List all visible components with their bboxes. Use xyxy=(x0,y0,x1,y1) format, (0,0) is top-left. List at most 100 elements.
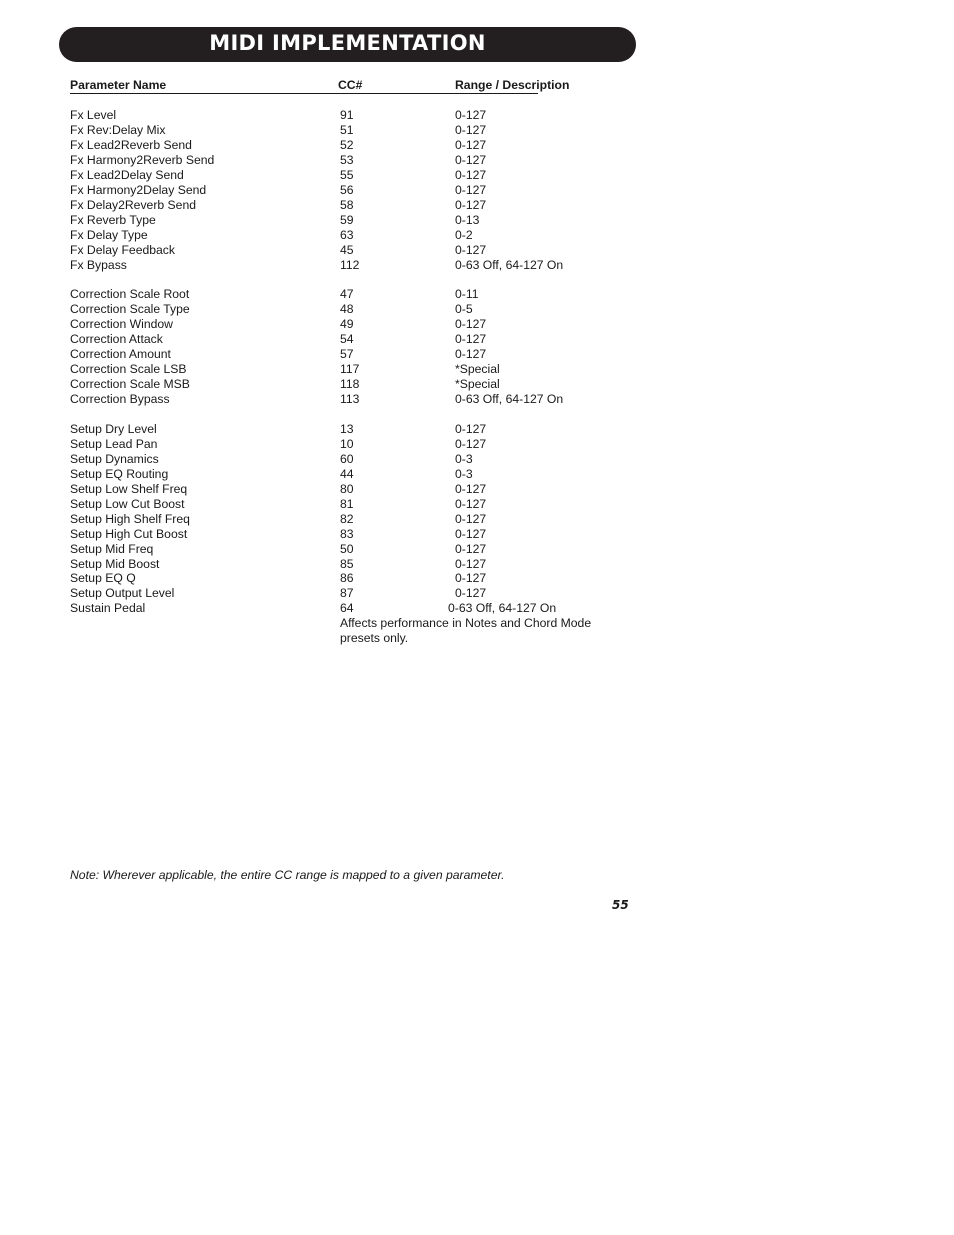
table-row: Setup High Shelf Freq 82 0-127 xyxy=(0,512,620,527)
range-description: 0-2 xyxy=(455,227,473,242)
range-description: 0-127 xyxy=(455,571,487,586)
cc-number: 56 xyxy=(340,182,354,197)
parameter-name: Correction Bypass xyxy=(70,392,170,406)
parameter-name: Setup Dynamics xyxy=(70,451,159,466)
range-description: 0-11 xyxy=(455,287,479,302)
parameter-name: Setup Mid Boost xyxy=(70,556,160,571)
cc-number: 81 xyxy=(340,496,354,511)
range-description: 0-127 xyxy=(455,332,487,347)
cc-number: 59 xyxy=(340,212,354,227)
cc-number: 53 xyxy=(340,152,354,167)
parameter-name: Setup Low Cut Boost xyxy=(70,496,185,511)
parameter-name: Setup EQ Routing xyxy=(70,466,169,481)
cc-number: 55 xyxy=(340,167,354,182)
title-banner: MIDI IMPLEMENTATION xyxy=(59,27,636,62)
range-description: 0-63 Off, 64-127 On xyxy=(448,601,557,616)
table-row: Correction Window 49 0-127 xyxy=(0,317,620,332)
parameter-name: Fx Harmony2Reverb Send xyxy=(70,152,215,167)
table-row: Correction Scale LSB 117 *Special xyxy=(0,362,620,377)
table-row: Setup Mid Boost 85 0-127 xyxy=(0,557,620,572)
range-description: 0-63 Off, 64-127 On xyxy=(455,392,564,406)
cc-number: 13 xyxy=(340,421,354,436)
parameter-name: Fx Harmony2Delay Send xyxy=(70,182,207,197)
table-row: Fx Harmony2Delay Send 56 0-127 xyxy=(0,183,620,198)
range-description: *Special xyxy=(455,362,500,377)
cc-number: 48 xyxy=(340,302,354,317)
cc-number: 112 xyxy=(340,257,360,272)
table-row: Setup Lead Pan 10 0-127 xyxy=(0,437,620,452)
table-row: Correction Scale Root 47 0-11 xyxy=(0,287,620,302)
parameter-name: Fx Level xyxy=(70,108,117,122)
range-description: 0-127 xyxy=(455,317,487,332)
parameter-name: Setup Mid Freq xyxy=(70,541,154,556)
header-parameter-name: Parameter Name xyxy=(70,78,167,92)
parameter-name: Correction Amount xyxy=(70,347,171,362)
range-description: 0-127 xyxy=(455,152,487,167)
parameter-name: Fx Bypass xyxy=(70,257,127,272)
range-description: 0-127 xyxy=(455,242,487,257)
range-description: 0-127 xyxy=(455,586,487,601)
cc-number: 85 xyxy=(340,556,354,571)
table-row: Setup EQ Q 86 0-127 xyxy=(0,571,620,586)
footnote: Note: Wherever applicable, the entire CC… xyxy=(70,868,505,882)
parameter-name: Setup EQ Q xyxy=(70,571,136,586)
table-row: Setup High Cut Boost 83 0-127 xyxy=(0,527,620,542)
range-description: 0-127 xyxy=(455,108,487,122)
table-row: Setup Dry Level 13 0-127 xyxy=(0,422,620,437)
header-divider xyxy=(70,93,538,94)
table-row: Correction Scale MSB 118 *Special xyxy=(0,377,620,392)
table-row: Fx Bypass 112 0-63 Off, 64-127 On xyxy=(0,258,620,273)
table-row: Fx Delay Type 63 0-2 xyxy=(0,228,620,243)
parameter-name: Sustain Pedal xyxy=(70,601,146,616)
parameter-name: Correction Scale LSB xyxy=(70,362,187,377)
table-row: Setup EQ Routing 44 0-3 xyxy=(0,467,620,482)
table-row: Setup Low Shelf Freq 80 0-127 xyxy=(0,482,620,497)
table-row: Fx Rev:Delay Mix 51 0-127 xyxy=(0,123,620,138)
cc-number: 49 xyxy=(340,317,354,332)
range-description: 0-127 xyxy=(455,347,487,362)
range-description: 0-127 xyxy=(455,167,487,182)
cc-number: 44 xyxy=(340,466,354,481)
parameter-name: Fx Delay Type xyxy=(70,227,148,242)
parameter-name: Fx Lead2Reverb Send xyxy=(70,137,192,152)
range-description: 0-63 Off, 64-127 On xyxy=(455,257,564,272)
table-row: Fx Reverb Type 59 0-13 xyxy=(0,213,620,228)
range-description: 0-127 xyxy=(455,511,487,526)
range-description: 0-127 xyxy=(455,526,487,541)
range-description: 0-127 xyxy=(455,556,487,571)
cc-number: 117 xyxy=(340,362,360,377)
cc-number: 91 xyxy=(340,108,354,122)
parameter-name: Fx Reverb Type xyxy=(70,212,156,227)
table-row: Fx Delay2Reverb Send 58 0-127 xyxy=(0,198,620,213)
range-description: 0-5 xyxy=(455,302,473,317)
parameter-name: Setup Low Shelf Freq xyxy=(70,481,188,496)
table-row: Fx Harmony2Reverb Send 53 0-127 xyxy=(0,153,620,168)
range-description: *Special xyxy=(455,377,500,392)
table-row: Correction Attack 54 0-127 xyxy=(0,332,620,347)
cc-number: 45 xyxy=(340,242,354,257)
cc-number: 51 xyxy=(340,123,354,137)
table-row: Fx Level 91 0-127 xyxy=(0,108,620,123)
cc-number: 118 xyxy=(340,377,360,392)
cc-number: 58 xyxy=(340,197,354,212)
table-row: Setup Mid Freq 50 0-127 xyxy=(0,542,620,557)
table-row: Fx Delay Feedback 45 0-127 xyxy=(0,243,620,258)
cc-number: 50 xyxy=(340,541,354,556)
parameter-name: Setup Output Level xyxy=(70,586,175,601)
cc-number: 86 xyxy=(340,571,354,586)
range-description: 0-127 xyxy=(455,496,487,511)
table-row: Correction Bypass 113 0-63 Off, 64-127 On xyxy=(0,392,620,407)
sustain-note: Affects performance in Notes and Chord M… xyxy=(0,616,620,631)
table-row: Correction Scale Type 48 0-5 xyxy=(0,302,620,317)
parameter-name: Correction Scale MSB xyxy=(70,377,190,392)
range-description: 0-13 xyxy=(455,212,480,227)
page-title: MIDI IMPLEMENTATION xyxy=(209,31,486,55)
table-header: Parameter Name CC# Range / Description xyxy=(70,78,610,94)
header-range: Range / Description xyxy=(455,78,570,92)
parameter-name: Correction Scale Root xyxy=(70,287,190,302)
parameter-name: Correction Attack xyxy=(70,332,163,347)
parameter-name: Fx Delay Feedback xyxy=(70,242,175,257)
table-row: Setup Output Level 87 0-127 xyxy=(0,586,620,601)
table-row: Fx Lead2Delay Send 55 0-127 xyxy=(0,168,620,183)
cc-number: 83 xyxy=(340,526,354,541)
